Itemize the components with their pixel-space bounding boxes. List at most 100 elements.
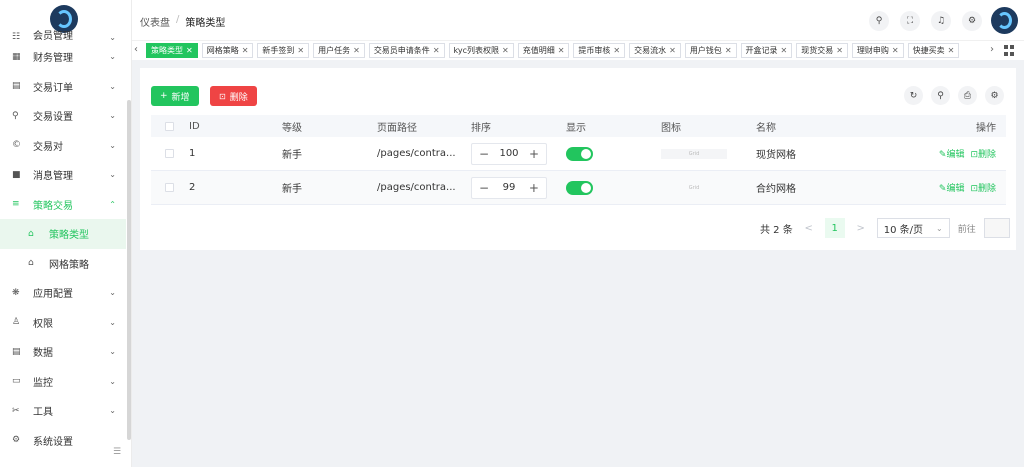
tab-5[interactable]: kyc列表权限 ✕ <box>448 43 514 58</box>
close-icon[interactable]: ✕ <box>892 46 899 55</box>
close-icon[interactable]: ✕ <box>558 46 565 55</box>
sort-value[interactable]: 100 <box>499 148 518 159</box>
show-toggle[interactable] <box>566 146 593 161</box>
table-row[interactable]: 2 新手/pages/contra... − 99 + Grid 合约网格 ✎编辑 ⊡删除 <box>151 171 1006 205</box>
row-delete-button[interactable]: ⊡删除 <box>970 184 996 194</box>
header-level[interactable]: 等级 <box>282 119 377 134</box>
header-icon[interactable]: 图标 <box>661 119 756 134</box>
row-delete-button[interactable]: ⊡删除 <box>970 150 996 160</box>
tab-13[interactable]: 快捷买卖 ✕ <box>907 43 960 58</box>
close-icon[interactable]: ✕ <box>613 46 620 55</box>
collapse-sidebar-icon[interactable]: ☰ <box>113 447 121 457</box>
fullscreen-icon[interactable]: ⛶ <box>900 11 920 31</box>
tab-2[interactable]: 新手签到 ✕ <box>257 43 310 58</box>
sidebar-item-9[interactable]: ❋ 应用配置 ⌄ <box>0 278 126 308</box>
delete-button[interactable]: ⊡ 删除 <box>210 86 257 106</box>
column-settings-icon[interactable]: ⚙ <box>985 86 1004 105</box>
search-toggle-icon[interactable]: ⚲ <box>931 86 950 105</box>
tab-12[interactable]: 理财申购 ✕ <box>851 43 904 58</box>
sidebar-item-4[interactable]: © 交易对 ⌄ <box>0 131 126 161</box>
page-number-current[interactable]: 1 <box>824 218 845 238</box>
tab-3[interactable]: 用户任务 ✕ <box>313 43 365 58</box>
content-card: + 新增 ⊡ 删除 ↻ ⚲ ⎙ ⚙ ID 等级 页面路径 排序 显示 图标 名称… <box>140 68 1016 250</box>
sort-value[interactable]: 99 <box>503 182 516 193</box>
header-name[interactable]: 名称 <box>756 119 866 134</box>
sidebar-item-12[interactable]: ▭ 监控 ⌄ <box>0 367 126 397</box>
sidebar-item-14[interactable]: ⚙ 系统设置 <box>0 426 126 456</box>
prev-page-button[interactable]: < <box>801 223 817 234</box>
edit-button[interactable]: ✎编辑 <box>939 150 965 160</box>
row-checkbox[interactable] <box>165 183 174 192</box>
menu-icon: ≡ <box>12 199 20 210</box>
bell-icon[interactable]: ♫ <box>931 11 951 31</box>
tabs-menu-icon[interactable] <box>1004 45 1015 56</box>
close-icon[interactable]: ✕ <box>669 46 676 55</box>
row-checkbox[interactable] <box>165 149 174 158</box>
show-toggle[interactable] <box>566 180 593 195</box>
sidebar-item-2[interactable]: ▤ 交易订单 ⌄ <box>0 72 126 102</box>
tab-8[interactable]: 交易流水 ✕ <box>629 43 681 58</box>
close-icon[interactable]: ✕ <box>186 46 193 55</box>
strategy-icon-image: Grid <box>688 184 700 191</box>
search-icon[interactable]: ⚲ <box>869 11 889 31</box>
tab-1[interactable]: 网格策略 ✕ <box>201 43 254 58</box>
page-size-select[interactable]: 10 条/页 ⌄ <box>876 218 950 238</box>
sidebar-item-1[interactable]: ▦ 财务管理 ⌄ <box>0 42 126 72</box>
tab-label: 用户钱包 <box>689 46 722 55</box>
table-row[interactable]: 1 新手/pages/contra... −100 + Grid 现货网格 ✎编辑 ⊡删除 <box>151 137 1006 171</box>
tab-11[interactable]: 现货交易 ✕ <box>796 43 848 58</box>
header-path[interactable]: 页面路径 <box>377 119 471 134</box>
settings-icon[interactable]: ⚙ <box>962 11 982 31</box>
sidebar-item-10[interactable]: ♙ 权限 ⌄ <box>0 308 126 338</box>
close-icon[interactable]: ✕ <box>353 46 360 55</box>
avatar[interactable] <box>991 7 1018 34</box>
print-icon[interactable]: ⎙ <box>958 86 977 105</box>
sidebar-item-label: 会员管理 <box>33 31 73 42</box>
header-id[interactable]: ID <box>189 121 282 132</box>
close-icon[interactable]: ✕ <box>502 46 509 55</box>
close-icon[interactable]: ✕ <box>725 46 732 55</box>
close-icon[interactable]: ✕ <box>948 46 955 55</box>
add-button[interactable]: + 新增 <box>151 86 199 106</box>
close-icon[interactable]: ✕ <box>433 46 440 55</box>
sidebar-item-0[interactable]: ☷ 会员管理 ⌄ <box>0 30 126 42</box>
header-show[interactable]: 显示 <box>566 119 661 134</box>
edit-button[interactable]: ✎编辑 <box>939 184 965 194</box>
goto-page-input[interactable] <box>983 218 1010 238</box>
sort-stepper[interactable]: − 99 + <box>471 176 547 199</box>
close-icon[interactable]: ✕ <box>836 46 843 55</box>
tabs-scroll-right-icon[interactable]: › <box>990 44 994 55</box>
increment-button[interactable]: + <box>529 147 539 161</box>
sort-stepper[interactable]: −100 + <box>471 142 547 165</box>
tab-label: 开盒记录 <box>745 46 778 55</box>
close-icon[interactable]: ✕ <box>781 46 788 55</box>
sidebar-item-11[interactable]: ▤ 数据 ⌄ <box>0 337 126 367</box>
select-all-checkbox[interactable] <box>165 121 174 131</box>
breadcrumb-home[interactable]: 仪表盘 <box>140 14 170 29</box>
tab-label: 充值明细 <box>522 46 555 55</box>
refresh-icon[interactable]: ↻ <box>904 86 923 105</box>
sidebar-item-8[interactable]: ⌂ 网格策略 <box>0 249 126 279</box>
sidebar-scrollbar[interactable] <box>127 100 131 440</box>
sidebar-item-6[interactable]: ≡ 策略交易 ⌃ <box>0 190 126 220</box>
sidebar-item-5[interactable]: ■ 消息管理 ⌄ <box>0 160 126 190</box>
tabs-scroll-left-icon[interactable]: ‹ <box>134 44 138 55</box>
sidebar-item-7[interactable]: ⌂ 策略类型 <box>0 219 126 249</box>
decrement-button[interactable]: − <box>479 147 489 161</box>
header-sort[interactable]: 排序 <box>471 119 566 134</box>
tab-10[interactable]: 开盒记录 ✕ <box>740 43 793 58</box>
increment-button[interactable]: + <box>529 181 539 195</box>
tab-4[interactable]: 交易员申请条件 ✕ <box>368 43 445 58</box>
tab-6[interactable]: 充值明细 ✕ <box>517 43 570 58</box>
close-icon[interactable]: ✕ <box>242 46 249 55</box>
sidebar-item-3[interactable]: ⚲ 交易设置 ⌄ <box>0 101 126 131</box>
sidebar-item-13[interactable]: ✂ 工具 ⌄ <box>0 396 126 426</box>
decrement-button[interactable]: − <box>479 181 489 195</box>
app-logo[interactable] <box>50 5 78 33</box>
close-icon[interactable]: ✕ <box>297 46 304 55</box>
next-page-button[interactable]: > <box>853 223 869 234</box>
tab-9[interactable]: 用户钱包 ✕ <box>684 43 737 58</box>
tab-7[interactable]: 提币审核 ✕ <box>573 43 626 58</box>
tab-0[interactable]: 策略类型 ✕ <box>146 43 198 58</box>
sidebar-menu: ☷ 会员管理 ⌄ ▦ 财务管理 ⌄ ▤ 交易订单 ⌄ ⚲ 交易设置 ⌄ © 交易对 ⌄ ■ 消息管理 ⌄ ≡ 策略交易… <box>0 30 126 455</box>
